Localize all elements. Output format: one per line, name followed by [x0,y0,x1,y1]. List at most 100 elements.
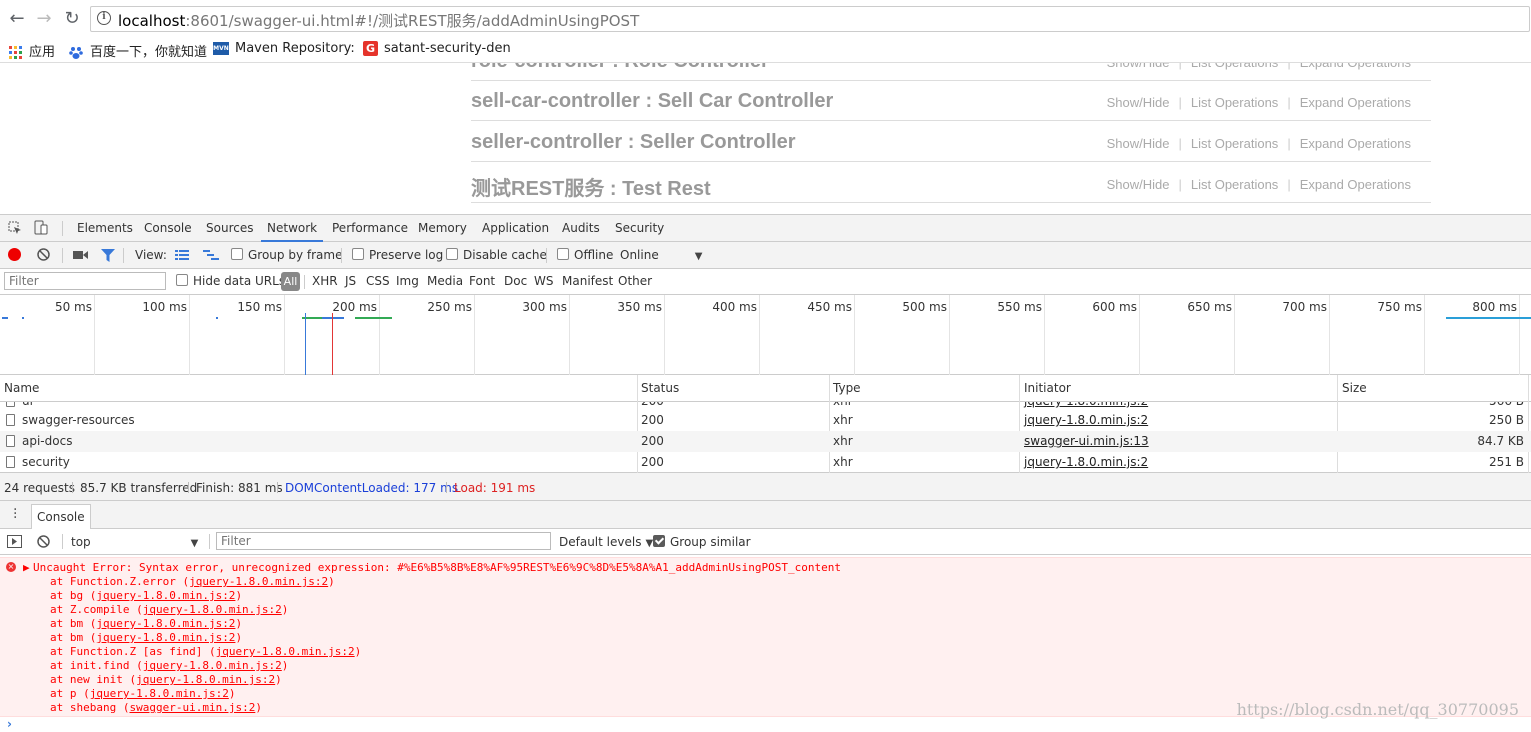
expand-operations-link[interactable]: Expand Operations [1291,63,1420,70]
resource-title[interactable]: 测试REST服务 : Test Rest [471,172,711,201]
frame-link[interactable]: jquery-1.8.0.min.js:2 [96,589,235,602]
bookmark-maven[interactable]: MVN Maven Repository: [213,41,355,56]
console-filter-input[interactable] [216,532,551,550]
bookmark-apps[interactable]: 应用 [9,41,55,60]
type-filter-img[interactable]: Img [396,274,419,288]
timeline-gridline [1424,295,1425,375]
show-hide-link[interactable]: Show/Hide [1098,136,1179,151]
resource-title[interactable]: role-controller : Role Controller [471,63,769,73]
tab-security[interactable]: Security [615,221,664,235]
list-operations-link[interactable]: List Operations [1182,63,1287,70]
offline-checkbox[interactable]: Offline [557,248,613,262]
column-header-type[interactable]: Type [833,381,861,395]
show-hide-link[interactable]: Show/Hide [1098,177,1179,192]
type-filter-media[interactable]: Media [427,274,463,288]
type-filter-js[interactable]: JS [345,274,356,288]
info-icon[interactable]: i [97,11,111,25]
network-filter-input[interactable] [4,272,166,290]
table-row[interactable]: security 200 xhr jquery-1.8.0.min.js:2 2… [0,452,1531,473]
resource-title[interactable]: seller-controller : Seller Controller [471,131,796,154]
video-camera-icon[interactable] [73,249,88,261]
group-similar-checkbox[interactable]: Group similar [653,535,751,549]
type-filter-manifest[interactable]: Manifest [562,274,613,288]
back-arrow-icon[interactable]: ← [6,8,28,29]
bookmark-baidu[interactable]: 百度一下，你就知道 [69,41,207,60]
network-overview-timeline[interactable]: 50 ms 100 ms 150 ms 200 ms 250 ms 300 ms… [0,295,1531,375]
type-filter-font[interactable]: Font [469,274,495,288]
frame-link[interactable]: jquery-1.8.0.min.js:2 [90,687,229,700]
disable-cache-checkbox[interactable]: Disable cache [446,248,547,262]
tab-console[interactable]: Console [144,221,192,235]
resource-title[interactable]: sell-car-controller : Sell Car Controlle… [471,90,833,113]
frame-link[interactable]: jquery-1.8.0.min.js:2 [96,631,235,644]
address-bar[interactable]: i localhost:8601/swagger-ui.html#!/测试RES… [90,6,1530,32]
more-vertical-icon[interactable]: · · · [13,503,17,525]
frame-link[interactable]: jquery-1.8.0.min.js:2 [143,603,282,616]
tab-performance[interactable]: Performance [332,221,408,235]
bookmark-satant[interactable]: Gsatant-security-den [363,41,511,56]
request-initiator[interactable]: jquery-1.8.0.min.js:2 [1024,413,1148,427]
preserve-log-checkbox[interactable]: Preserve log [352,248,443,262]
waterfall-view-icon[interactable] [203,250,219,261]
table-row[interactable]: swagger-resources 200 xhr jquery-1.8.0.m… [0,410,1531,431]
expand-triangle-icon[interactable]: ▶ [23,561,30,574]
frame-link[interactable]: jquery-1.8.0.min.js:2 [189,575,328,588]
type-filter-xhr[interactable]: XHR [312,274,338,288]
tab-application[interactable]: Application [482,221,549,235]
device-toolbar-icon[interactable] [34,220,48,236]
tab-network[interactable]: Network [261,215,324,242]
filter-funnel-icon[interactable] [101,249,115,262]
list-operations-link[interactable]: List Operations [1182,136,1287,151]
expand-operations-link[interactable]: Expand Operations [1291,136,1420,151]
list-operations-link[interactable]: List Operations [1182,177,1287,192]
group-by-frame-checkbox[interactable]: Group by frame [231,248,342,262]
tab-sources[interactable]: Sources [206,221,253,235]
tab-memory[interactable]: Memory [418,221,467,235]
throttle-select[interactable]: Online ▼ [620,248,702,262]
request-initiator[interactable]: swagger-ui.min.js:13 [1024,434,1149,448]
type-filter-all[interactable]: All [281,272,300,291]
drawer-tab-console[interactable]: Console [31,504,91,529]
type-filter-ws[interactable]: WS [534,274,553,288]
request-type: xhr [833,434,853,448]
frame-link[interactable]: jquery-1.8.0.min.js:2 [143,659,282,672]
frame-link[interactable]: jquery-1.8.0.min.js:2 [216,645,355,658]
inspect-element-icon[interactable] [8,221,22,235]
list-view-icon[interactable] [175,250,189,261]
levels-select[interactable]: Default levels ▼ [559,535,653,549]
column-header-size[interactable]: Size [1342,381,1367,395]
type-filter-css[interactable]: CSS [366,274,390,288]
show-hide-link[interactable]: Show/Hide [1098,63,1179,70]
tab-audits[interactable]: Audits [562,221,600,235]
list-operations-link[interactable]: List Operations [1182,95,1287,110]
table-row[interactable]: api-docs 200 xhr swagger-ui.min.js:13 84… [0,431,1531,452]
expand-operations-link[interactable]: Expand Operations [1291,177,1420,192]
expand-operations-link[interactable]: Expand Operations [1291,95,1420,110]
filter-toolbar: Hide data URLs All XHR JS CSS Img Media … [0,269,1531,295]
console-prompt-icon[interactable]: › [7,717,12,731]
type-filter-other[interactable]: Other [618,274,652,288]
sidebar-toggle-icon[interactable] [7,535,22,548]
forward-arrow-icon[interactable]: → [33,8,55,29]
clear-console-icon[interactable] [37,535,50,548]
url-text[interactable]: localhost:8601/swagger-ui.html#!/测试REST服… [118,10,639,31]
record-icon[interactable] [8,248,21,261]
column-header-status[interactable]: Status [641,381,679,395]
request-initiator[interactable]: jquery-1.8.0.min.js:2 [1024,455,1148,469]
dropdown-arrow-icon: ▼ [694,251,703,262]
reload-icon[interactable]: ↻ [61,8,83,29]
frame-link[interactable]: jquery-1.8.0.min.js:2 [96,617,235,630]
frame-link[interactable]: swagger-ui.min.js:2 [129,701,255,714]
resource-section: user-controller [471,203,1431,214]
frame-link[interactable]: jquery-1.8.0.min.js:2 [136,673,275,686]
tab-elements[interactable]: Elements [77,221,133,235]
type-filter-doc[interactable]: Doc [504,274,527,288]
context-select[interactable]: top ▼ [71,535,198,549]
timeline-gridline [474,295,475,375]
show-hide-link[interactable]: Show/Hide [1098,95,1179,110]
hide-data-urls-checkbox[interactable]: Hide data URLs [176,274,285,288]
column-header-name[interactable]: Name [4,381,39,395]
clear-icon[interactable] [37,248,50,261]
column-divider [1019,375,1020,402]
column-header-initiator[interactable]: Initiator [1024,381,1071,395]
